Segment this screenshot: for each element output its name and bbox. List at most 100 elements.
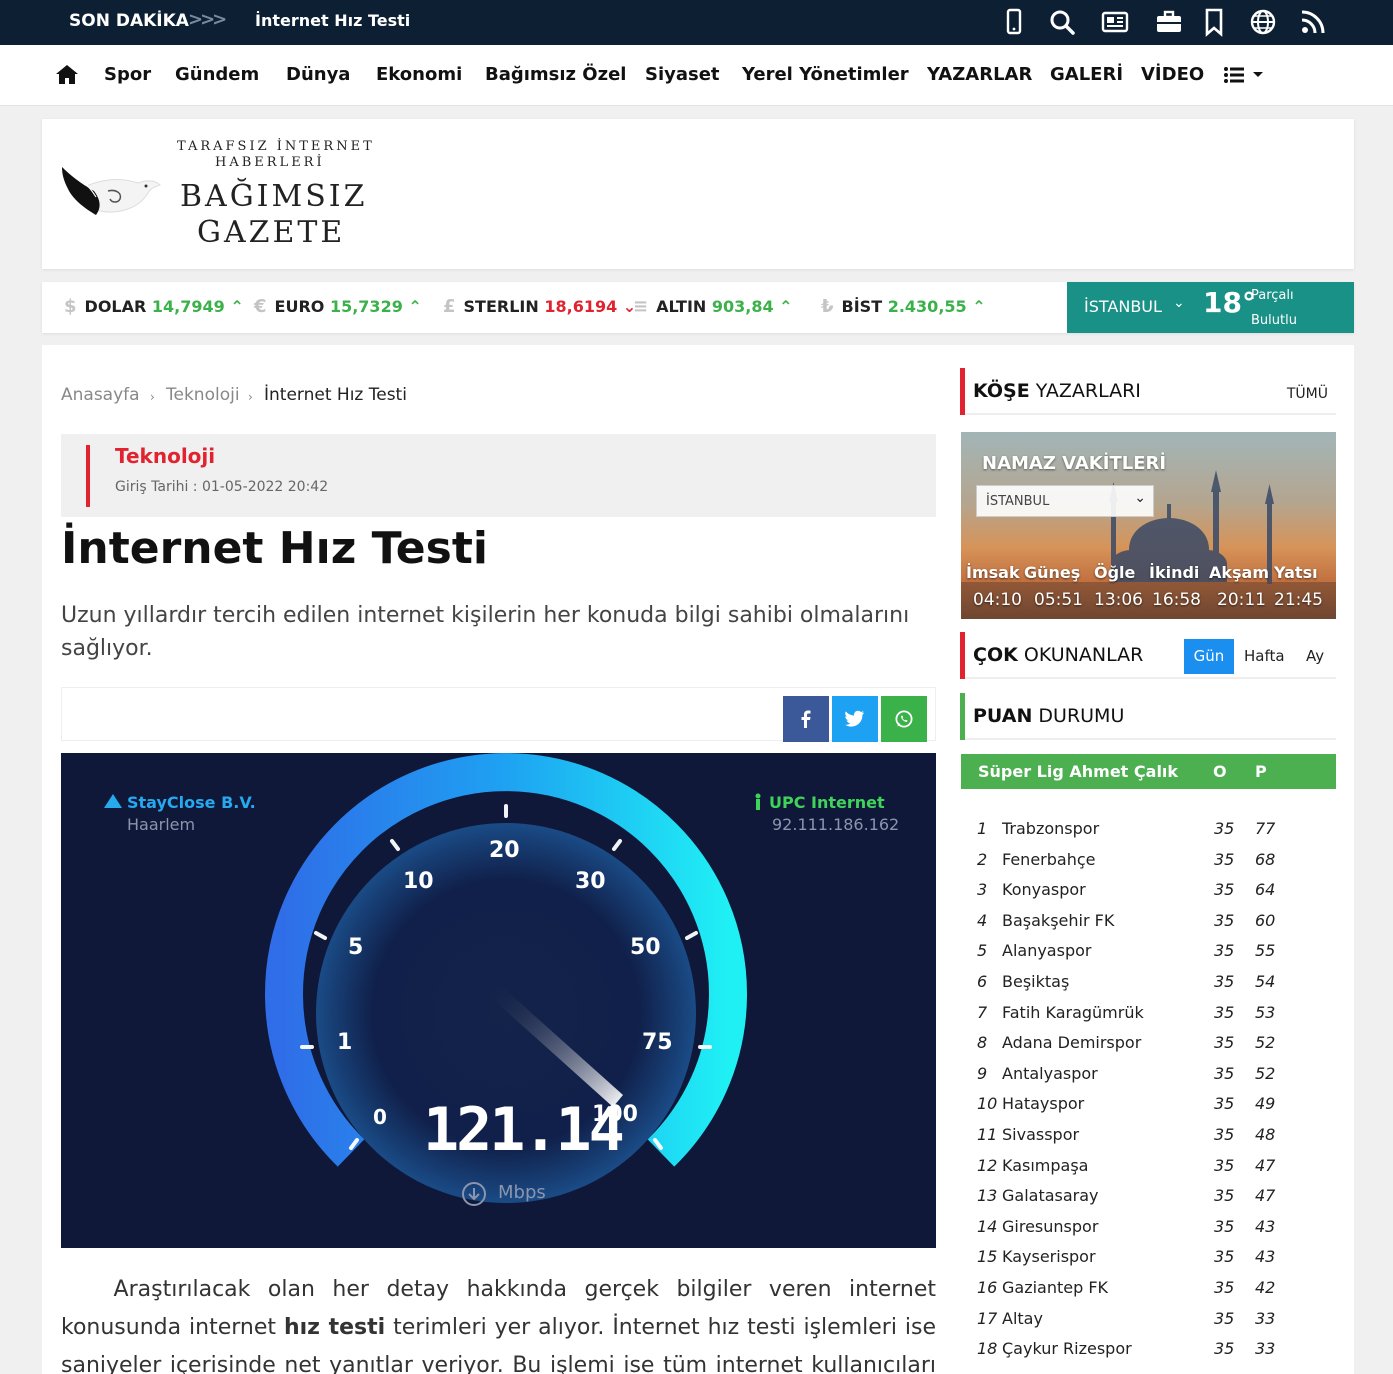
chevron-down-icon[interactable]: ⌄: [1173, 295, 1185, 311]
home-icon[interactable]: [55, 63, 79, 85]
table-row[interactable]: 12 Kasımpaşa 35 47: [961, 1156, 1336, 1186]
breadcrumb-separator-icon: ›: [150, 390, 155, 404]
nav-item-yazarlar[interactable]: YAZARLAR: [927, 64, 1032, 85]
nav-item-bagimsiz-ozel[interactable]: Bağımsız Özel: [485, 64, 626, 85]
team-rank: 2: [977, 849, 988, 869]
nav-item-siyaset[interactable]: Siyaset: [645, 64, 720, 85]
currency-sterlin[interactable]: £ STERLIN 18,6194 ⌄: [443, 296, 636, 317]
team-rank: 3: [977, 880, 988, 900]
currency-altin[interactable]: ≡ ALTIN 903,84 ⌃: [633, 296, 793, 317]
article-body-bold: hız testi: [283, 1315, 386, 1340]
tab-hafta[interactable]: Hafta: [1244, 647, 1285, 665]
team-points: 55: [1255, 941, 1276, 961]
table-row[interactable]: 5 Alanyaspor 35 55: [961, 941, 1336, 971]
table-row[interactable]: 14 Giresunspor 35 43: [961, 1217, 1336, 1247]
search-icon[interactable]: [1047, 7, 1077, 37]
puan-durumu-header: PUAN DURUMU: [960, 693, 1336, 740]
team-played: 35: [1214, 1247, 1235, 1267]
nav-item-dunya[interactable]: Dünya: [286, 64, 350, 85]
nav-item-video[interactable]: VİDEO: [1141, 64, 1204, 85]
briefcase-icon[interactable]: [1154, 7, 1184, 37]
team-played: 35: [1214, 1002, 1235, 1022]
table-row[interactable]: 11 Sivasspor 35 48: [961, 1125, 1336, 1155]
nav-item-galeri[interactable]: GALERİ: [1050, 64, 1123, 85]
table-row[interactable]: 17 Altay 35 33: [961, 1309, 1336, 1339]
namaz-city-select[interactable]: İSTANBUL ⌄: [976, 485, 1154, 517]
team-rank: 11: [977, 1125, 998, 1144]
logo-name-1: BAĞIMSIZ: [180, 179, 368, 214]
team-rank: 15: [977, 1247, 998, 1267]
section-title: PUAN DURUMU: [973, 705, 1125, 727]
table-row[interactable]: 7 Fatih Karagümrük 35 53: [961, 1003, 1336, 1033]
facebook-share-button[interactable]: [783, 696, 829, 742]
accent-bar: [960, 368, 965, 415]
tab-ay[interactable]: Ay: [1306, 647, 1324, 665]
team-played: 35: [1214, 1094, 1235, 1114]
table-row[interactable]: 2 Fenerbahçe 35 68: [961, 850, 1336, 880]
team-name: Beşiktaş: [1002, 972, 1070, 991]
nav-item-gundem[interactable]: Gündem: [175, 64, 259, 85]
facebook-icon: [801, 710, 811, 728]
see-all-link[interactable]: TÜMÜ: [1287, 386, 1328, 402]
team-points: 68: [1255, 849, 1276, 869]
article-title: İnternet Hız Testi: [61, 523, 488, 574]
nav-item-spor[interactable]: Spor: [104, 64, 151, 85]
accent-bar: [86, 445, 90, 507]
nav-item-yerel-yonetimler[interactable]: Yerel Yönetimler: [742, 64, 909, 85]
currency-bar: $ DOLAR 14,7949 ⌃ € EURO 15,7329 ⌃ £ STERLI…: [42, 282, 1354, 333]
team-played: 35: [1214, 941, 1235, 961]
menu-list-icon[interactable]: [1224, 66, 1266, 84]
newspaper-icon[interactable]: [1100, 7, 1130, 37]
team-played: 35: [1214, 1339, 1235, 1359]
whatsapp-share-button[interactable]: [881, 696, 927, 742]
team-rank: 1: [977, 819, 988, 838]
currency-dolar[interactable]: $ DOLAR 14,7949 ⌃: [64, 296, 244, 317]
team-points: 77: [1255, 819, 1276, 838]
table-row[interactable]: 10 Hatayspor 35 49: [961, 1094, 1336, 1124]
team-points: 33: [1255, 1339, 1276, 1359]
table-row[interactable]: 6 Beşiktaş 35 54: [961, 972, 1336, 1002]
breadcrumb-home[interactable]: Anasayfa: [61, 385, 140, 405]
team-points: 49: [1255, 1094, 1276, 1114]
nav-item-ekonomi[interactable]: Ekonomi: [376, 64, 462, 85]
globe-icon[interactable]: [1248, 7, 1278, 37]
table-row[interactable]: 18 Çaykur Rizespor 35 33: [961, 1339, 1336, 1369]
team-played: 35: [1214, 1063, 1235, 1083]
column-played: O: [1213, 762, 1227, 781]
namaz-label: Akşam: [1209, 563, 1270, 582]
site-header-logo[interactable]: TARAFSIZ İNTERNET HABERLERİ BAĞIMSIZ GAZ…: [42, 119, 1354, 269]
team-points: 33: [1255, 1308, 1276, 1328]
twitter-share-button[interactable]: [832, 696, 878, 742]
team-name: Kayserispor: [1002, 1247, 1096, 1267]
twitter-icon: [845, 710, 864, 727]
tab-gun[interactable]: Gün: [1184, 639, 1234, 674]
table-row[interactable]: 1 Trabzonspor 35 77: [961, 819, 1336, 849]
team-rank: 16: [977, 1278, 998, 1297]
table-row[interactable]: 8 Adana Demirspor 35 52: [961, 1033, 1336, 1063]
triangle-logo-icon: [104, 794, 122, 808]
breadcrumb-category[interactable]: Teknoloji: [166, 385, 240, 405]
table-row[interactable]: 15 Kayserispor 35 43: [961, 1247, 1336, 1277]
team-played: 35: [1214, 1308, 1235, 1328]
currency-bist[interactable]: ₺ BİST 2.430,55 ⌃: [821, 296, 986, 317]
breaking-headline-link[interactable]: İnternet Hız Testi: [255, 11, 410, 30]
team-name: Hatayspor: [1002, 1094, 1085, 1114]
team-name: Başakşehir FK: [1002, 910, 1115, 930]
namaz-label: İkindi: [1149, 563, 1200, 582]
weather-city-select[interactable]: İSTANBUL: [1084, 297, 1162, 316]
table-row[interactable]: 4 Başakşehir FK 35 60: [961, 911, 1336, 941]
breadcrumb-separator-icon: ›: [248, 390, 253, 404]
table-row[interactable]: 3 Konyaspor 35 64: [961, 880, 1336, 910]
table-row[interactable]: 9 Antalyaspor 35 52: [961, 1064, 1336, 1094]
table-row[interactable]: 13 Galatasaray 35 47: [961, 1186, 1336, 1216]
team-name: Altay: [1002, 1308, 1043, 1328]
currency-euro[interactable]: € EURO 15,7329 ⌃: [254, 296, 422, 317]
trend-up-icon: ⌃: [224, 297, 244, 316]
team-points: 60: [1255, 910, 1276, 930]
article-category-link[interactable]: Teknoloji: [115, 444, 215, 468]
table-row[interactable]: 16 Gaziantep FK 35 42: [961, 1278, 1336, 1308]
bookmark-icon[interactable]: [1199, 7, 1229, 37]
rss-icon[interactable]: [1298, 7, 1328, 37]
team-points: 47: [1255, 1155, 1276, 1175]
mobile-icon[interactable]: [999, 7, 1029, 37]
